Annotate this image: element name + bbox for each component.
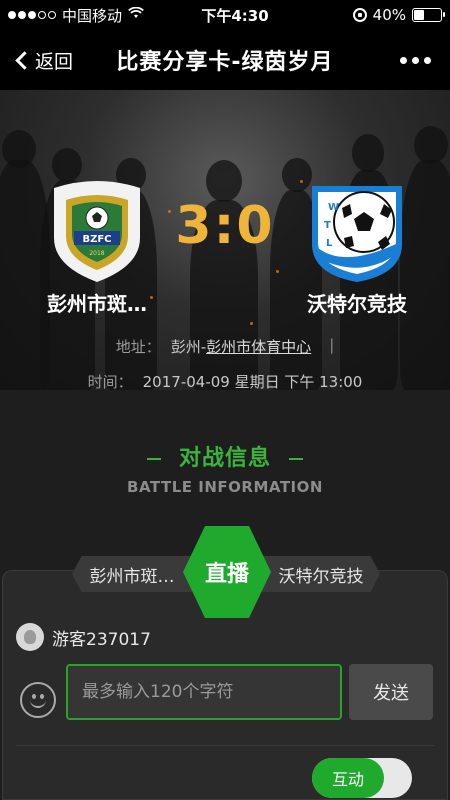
emoji-button[interactable] — [20, 682, 56, 718]
match-hero: BZFC 2018 彭州市斑… 3:0 W T L 沃特尔竞技 地址： 彭州-彭… — [0, 90, 450, 390]
guest-user: 游客237017 — [16, 623, 151, 651]
status-left: 中国移动 — [8, 5, 178, 26]
tab-home-team[interactable]: 彭州市斑… — [72, 556, 192, 592]
match-score: 3:0 — [175, 196, 275, 256]
live-tabs: 彭州市斑… 沃特尔竞技 直播 — [0, 526, 450, 618]
battery-icon — [412, 8, 445, 22]
back-label: 返回 — [35, 50, 74, 73]
battle-subtitle: BATTLE INFORMATION — [127, 478, 323, 496]
address-separator: | — [329, 336, 335, 354]
away-team-logo: W T L — [304, 178, 410, 284]
battle-title-text: 对战信息 — [178, 446, 271, 471]
more-dot-icon — [423, 56, 431, 64]
more-dot-icon — [399, 56, 407, 64]
interaction-toggle[interactable]: 互动 — [312, 758, 412, 798]
home-badge-year: 2018 — [89, 250, 104, 257]
carrier-label: 中国移动 — [62, 6, 123, 25]
message-input[interactable] — [66, 664, 342, 720]
dash-right — [289, 458, 303, 460]
rotation-lock-icon — [352, 8, 367, 22]
divider — [16, 745, 434, 746]
avatar — [16, 623, 44, 651]
tab-away-team[interactable]: 沃特尔竞技 — [262, 556, 380, 592]
battle-info-section: 对战信息 BATTLE INFORMATION — [0, 390, 450, 540]
signal-strength-icon — [8, 11, 56, 19]
send-button[interactable]: 发送 — [349, 664, 433, 720]
guest-name: 游客237017 — [52, 629, 151, 650]
match-time: 2017-04-09 星期日 下午 13:00 — [142, 373, 363, 390]
wifi-icon — [128, 6, 144, 23]
battery-percent: 40% — [372, 6, 406, 24]
home-badge-text: BZFC — [82, 234, 111, 245]
user-icon — [24, 630, 36, 644]
tab-live[interactable]: 直播 — [183, 526, 271, 618]
match-meta: 地址： 彭州-彭州市体育中心 | 时间： 2017-04-09 星期日 下午 1… — [0, 336, 450, 390]
away-team: W T L 沃特尔竞技 — [282, 178, 432, 317]
battle-title: 对战信息 — [0, 440, 450, 472]
address-prefix: 彭州- — [170, 338, 207, 356]
emoji-mouth-icon — [30, 698, 46, 708]
address-row: 地址： 彭州-彭州市体育中心 | — [0, 336, 450, 357]
dash-left — [146, 458, 161, 460]
home-team-logo: BZFC 2018 — [44, 178, 150, 284]
status-time: 下午4:30 — [201, 6, 269, 25]
toggle-label: 互动 — [312, 758, 384, 798]
venue-link[interactable]: 彭州市体育中心 — [206, 338, 311, 356]
page-title: 比赛分享卡-绿茵岁月 — [116, 50, 334, 75]
more-options-button[interactable] — [380, 56, 450, 64]
home-team-name: 彭州市斑… — [47, 292, 147, 316]
away-badge-letter-w: W — [328, 202, 339, 213]
battery-fill — [414, 10, 425, 20]
away-team-name: 沃特尔竞技 — [307, 292, 407, 316]
away-badge-letter-t: T — [324, 220, 331, 231]
more-dot-icon — [411, 56, 419, 64]
status-bar: 中国移动 下午4:30 40% — [0, 0, 450, 30]
away-badge-letter-l: L — [326, 238, 333, 249]
time-row: 时间： 2017-04-09 星期日 下午 13:00 — [0, 371, 450, 390]
chevron-left-icon — [15, 50, 34, 70]
nav-bar: 返回 比赛分享卡-绿茵岁月 — [0, 30, 450, 90]
status-right: 40% — [292, 6, 445, 24]
time-label: 时间： — [87, 373, 133, 390]
address-label: 地址： — [115, 338, 161, 356]
